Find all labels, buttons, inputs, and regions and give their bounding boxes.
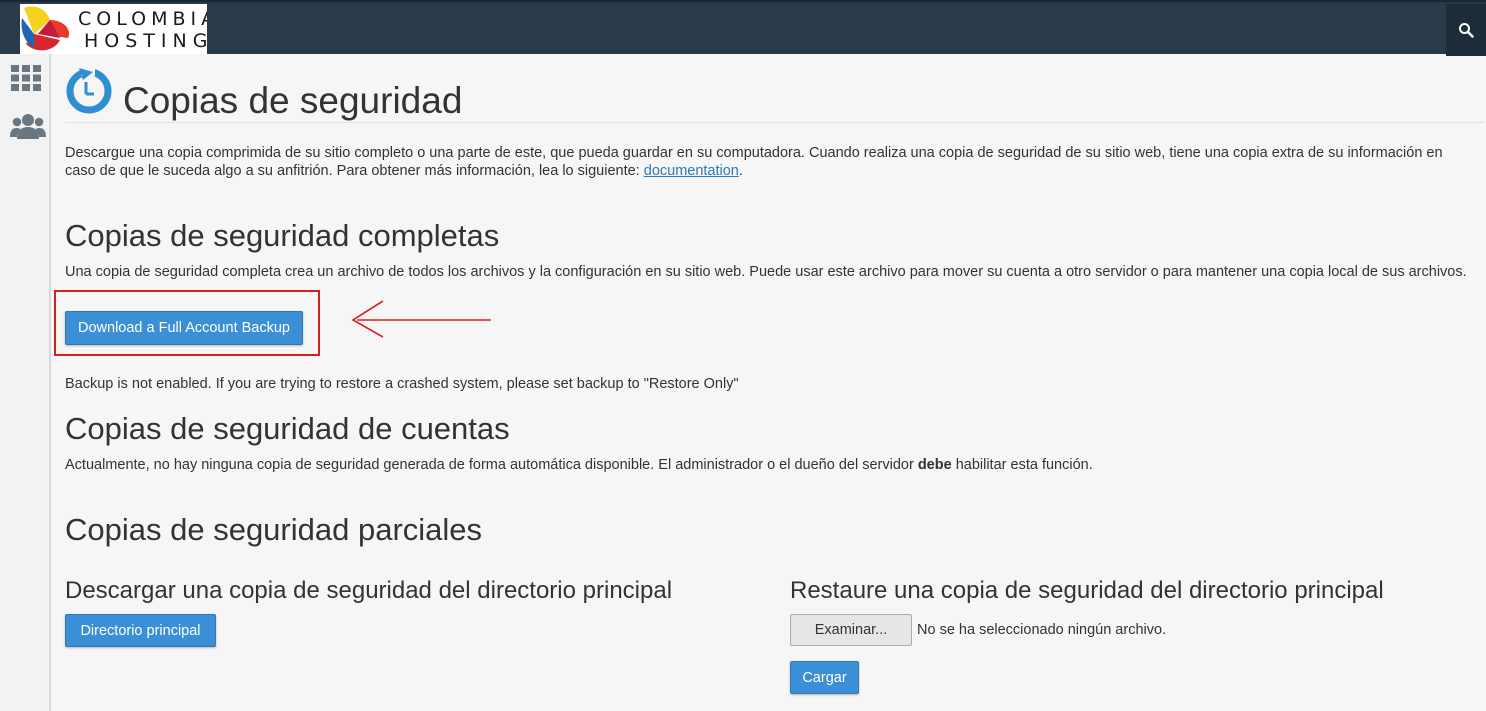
backup-clock-icon bbox=[66, 66, 112, 114]
logo-text-line1: COLOMBIA bbox=[78, 8, 207, 30]
full-backup-heading: Copias de seguridad completas bbox=[65, 218, 500, 253]
backup-notice: Backup is not enabled. If you are trying… bbox=[65, 376, 739, 392]
logo[interactable]: COLOMBIA HOSTING bbox=[20, 4, 207, 54]
users-icon[interactable] bbox=[10, 112, 46, 140]
download-full-backup-button[interactable]: Download a Full Account Backup bbox=[65, 311, 303, 345]
intro-text: Descargue una copia comprimida de su sit… bbox=[65, 144, 1475, 180]
partial-backups-heading: Copias de seguridad parciales bbox=[65, 512, 483, 547]
no-file-selected-text: No se ha seleccionado ningún archivo. bbox=[917, 622, 1167, 638]
title-divider bbox=[65, 122, 1485, 123]
page-title: Copias de seguridad bbox=[123, 80, 463, 121]
browse-file-button[interactable]: Examinar... bbox=[790, 614, 912, 646]
top-bar: COLOMBIA HOSTING bbox=[0, 0, 1486, 56]
home-directory-button[interactable]: Directorio principal bbox=[65, 614, 216, 647]
sidebar bbox=[0, 54, 51, 711]
documentation-link[interactable]: documentation bbox=[644, 163, 739, 179]
full-backup-description: Una copia de seguridad completa crea un … bbox=[65, 264, 1467, 280]
account-backups-text-bold: debe bbox=[917, 457, 952, 473]
account-backups-text-after: habilitar esta función. bbox=[951, 457, 1093, 473]
download-home-heading: Descargar una copia de seguridad del dir… bbox=[65, 577, 673, 604]
intro-text-end: . bbox=[738, 163, 743, 179]
account-backups-text: Actualmente, no hay ninguna copia de seg… bbox=[65, 456, 1093, 474]
intro-text-body: Descargue una copia comprimida de su sit… bbox=[65, 145, 1443, 179]
restore-home-heading: Restaure una copia de seguridad del dire… bbox=[790, 577, 1384, 604]
page-header: Copias de seguridad bbox=[65, 64, 1485, 124]
logo-mark-icon bbox=[21, 6, 70, 51]
annotation-arrow-icon bbox=[351, 300, 491, 338]
account-backups-text-before: Actualmente, no hay ninguna copia de seg… bbox=[65, 457, 918, 473]
upload-button[interactable]: Cargar bbox=[790, 661, 859, 694]
account-backups-heading: Copias de seguridad de cuentas bbox=[65, 411, 510, 446]
search-button[interactable] bbox=[1446, 4, 1486, 56]
logo-text-line2: HOSTING bbox=[84, 30, 207, 52]
search-icon bbox=[1459, 23, 1474, 38]
grid-icon[interactable] bbox=[10, 64, 42, 92]
